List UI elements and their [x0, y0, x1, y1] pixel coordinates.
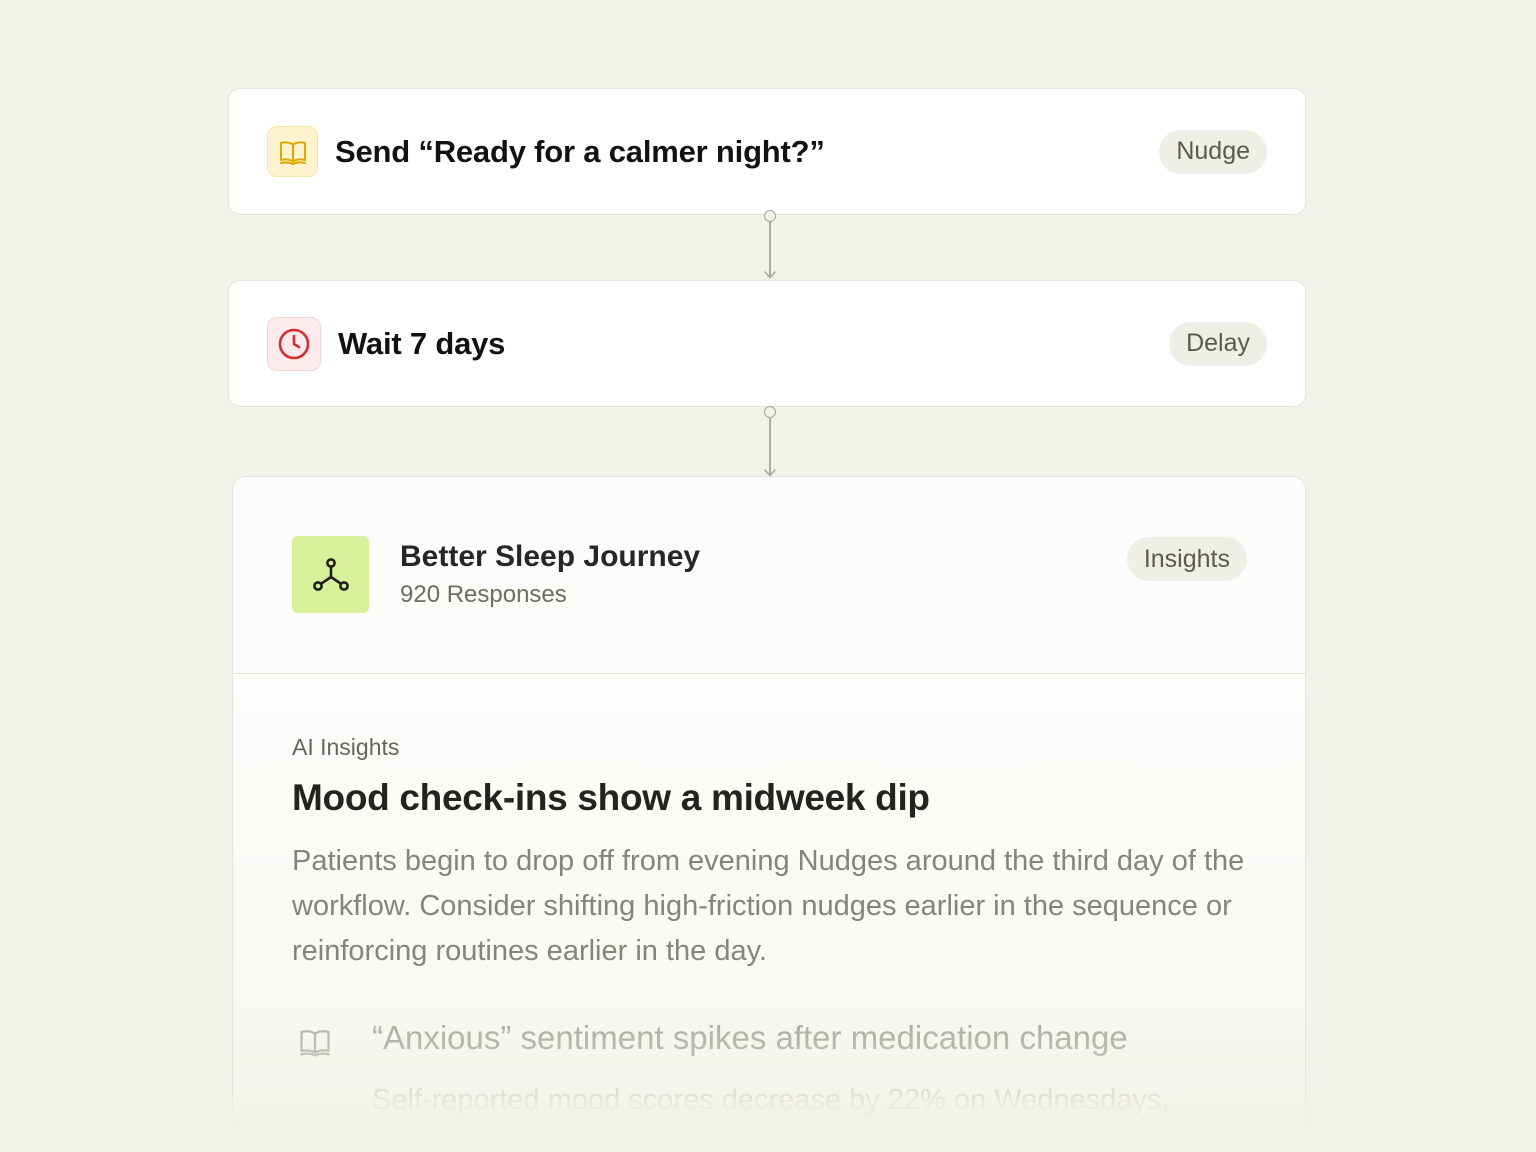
journey-insights-card[interactable]: Better Sleep Journey 920 Responses Insig…: [232, 476, 1306, 1152]
workflow-canvas: Send “Ready for a calmer night?” Nudge W…: [0, 0, 1536, 1152]
response-count: 920 Responses: [400, 581, 567, 608]
book-icon: [300, 1030, 330, 1057]
connector-handle[interactable]: [764, 210, 776, 222]
connector-handle[interactable]: [764, 406, 776, 418]
insight-headline: Mood check-ins show a midweek dip: [292, 777, 930, 818]
secondary-insight-title: “Anxious” sentiment spikes after medicat…: [372, 1019, 1128, 1056]
clock-icon: [267, 316, 321, 371]
insights-section-label: AI Insights: [292, 734, 400, 760]
connector-arrow: [762, 406, 778, 478]
book-icon: [267, 126, 318, 177]
insight-description: Patients begin to drop off from evening …: [292, 845, 1245, 967]
insights-panel: AI Insights Mood check-ins show a midwee…: [233, 674, 1305, 1152]
workflow-step-send-nudge[interactable]: Send “Ready for a calmer night?” Nudge: [228, 88, 1306, 215]
bottom-fade: [0, 1098, 1536, 1152]
insights-badge: Insights: [1126, 537, 1247, 581]
journey-title: Better Sleep Journey: [400, 540, 701, 573]
connector-arrow: [762, 210, 778, 282]
network-icon: [292, 536, 369, 613]
workflow-step-delay[interactable]: Wait 7 days Delay: [228, 280, 1306, 407]
step-title: Wait 7 days: [338, 325, 506, 361]
step-type-badge: Nudge: [1159, 129, 1267, 174]
step-title: Send “Ready for a calmer night?”: [335, 133, 825, 169]
journey-header: Better Sleep Journey 920 Responses Insig…: [233, 477, 1305, 674]
step-type-badge: Delay: [1169, 321, 1267, 366]
